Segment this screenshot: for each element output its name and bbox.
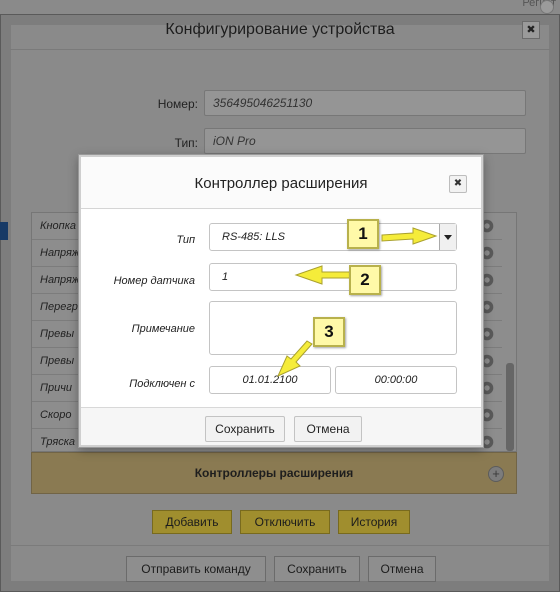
type-select-value: RS-485: LLS	[222, 231, 285, 243]
list-item-label: Тряска	[40, 436, 76, 448]
sensor-number-label: Номер датчика	[113, 275, 195, 287]
list-item-label: Напряж	[40, 247, 80, 259]
sensor-number-value: 1	[222, 271, 229, 283]
list-item-label: Кнопка	[40, 220, 77, 232]
type-label: Тип:	[174, 136, 198, 150]
outer-cancel-button[interactable]: Отмена	[368, 556, 436, 582]
list-item-label: Напряж	[40, 274, 80, 286]
list-item-label: Перегр	[40, 301, 78, 313]
device-config-title: Конфигурирование устройства	[10, 10, 550, 50]
modal-save-button[interactable]: Сохранить	[205, 416, 285, 442]
expansion-controller-modal: Контроллер расширения ✖ Тип RS-485: LLS …	[79, 155, 483, 447]
list-item-label: Скоро	[40, 409, 72, 421]
type-select[interactable]: RS-485: LLS	[209, 223, 457, 251]
number-label: Номер:	[157, 97, 198, 111]
add-controller-plus-icon[interactable]: +	[488, 466, 504, 482]
device-config-close-button[interactable]: ✖	[522, 21, 540, 39]
add-button[interactable]: Добавить	[152, 510, 232, 534]
list-item-label: Причи	[40, 382, 73, 394]
connected-since-label: Подключен с	[129, 378, 195, 390]
controllers-section-title: Контроллеры расширения	[194, 466, 354, 480]
note-label: Примечание	[131, 323, 195, 335]
modal-cancel-button[interactable]: Отмена	[294, 416, 362, 442]
callout-1: 1	[347, 219, 379, 249]
background-marker	[0, 222, 8, 240]
type-field-label: Тип	[176, 234, 195, 246]
list-scrollbar[interactable]	[506, 363, 514, 451]
modal-header: Контроллер расширения ✖	[81, 157, 481, 209]
controllers-section-header: Контроллеры расширения +	[31, 452, 517, 494]
list-item-label: Превы	[40, 355, 75, 367]
dialog-footer-divider	[10, 545, 550, 546]
number-field[interactable]: 356495046251130	[204, 90, 526, 116]
connected-time-input[interactable]: 00:00:00	[335, 366, 457, 394]
modal-footer: Сохранить Отмена	[81, 407, 481, 445]
disable-button[interactable]: Отключить	[240, 510, 330, 534]
callout-2: 2	[349, 265, 381, 295]
modal-body: Тип RS-485: LLS Номер датчика 1 Примечан…	[81, 209, 481, 409]
send-command-button[interactable]: Отправить команду	[126, 556, 266, 582]
callout-3: 3	[313, 317, 345, 347]
type-field[interactable]: iON Pro	[204, 128, 526, 154]
outer-save-button[interactable]: Сохранить	[274, 556, 360, 582]
modal-title: Контроллер расширения	[194, 175, 368, 192]
history-button[interactable]: История	[338, 510, 410, 534]
sensor-number-input[interactable]: 1	[209, 263, 457, 291]
list-item-label: Превы	[40, 328, 75, 340]
modal-close-button[interactable]: ✖	[449, 175, 467, 193]
chevron-down-icon[interactable]	[439, 224, 456, 250]
connected-date-input[interactable]: 01.01.2100	[209, 366, 331, 394]
